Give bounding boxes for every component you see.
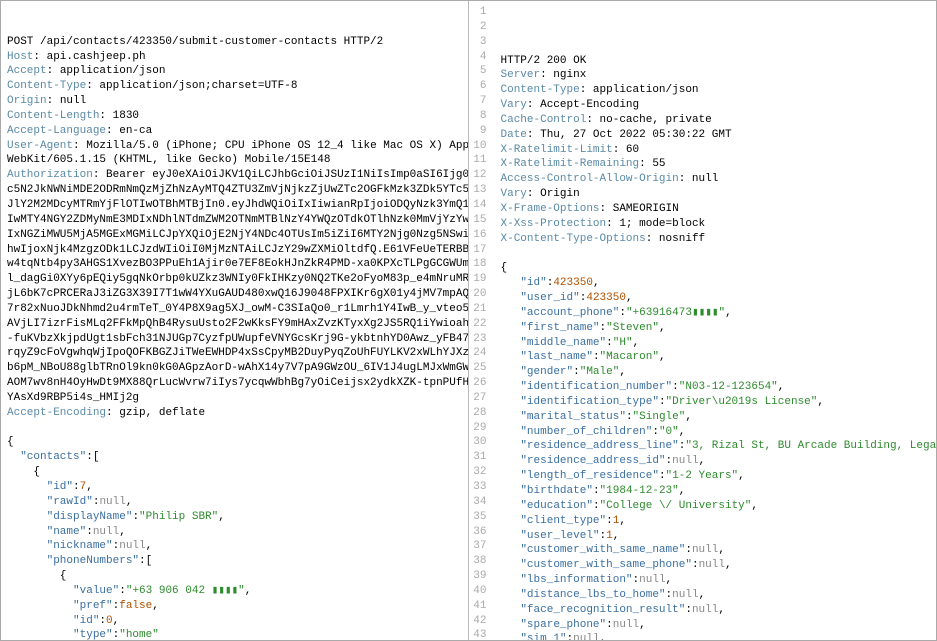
request-text: POST /api/contacts/423350/submit-custome… bbox=[7, 35, 462, 640]
line-gutter: 1234567891011121314151617181920212223242… bbox=[469, 1, 491, 640]
request-pane[interactable]: POST /api/contacts/423350/submit-custome… bbox=[1, 1, 469, 640]
response-text: HTTP/2 200 OK Server: nginx Content-Type… bbox=[497, 50, 931, 640]
response-pane[interactable]: 1234567891011121314151617181920212223242… bbox=[469, 1, 937, 640]
